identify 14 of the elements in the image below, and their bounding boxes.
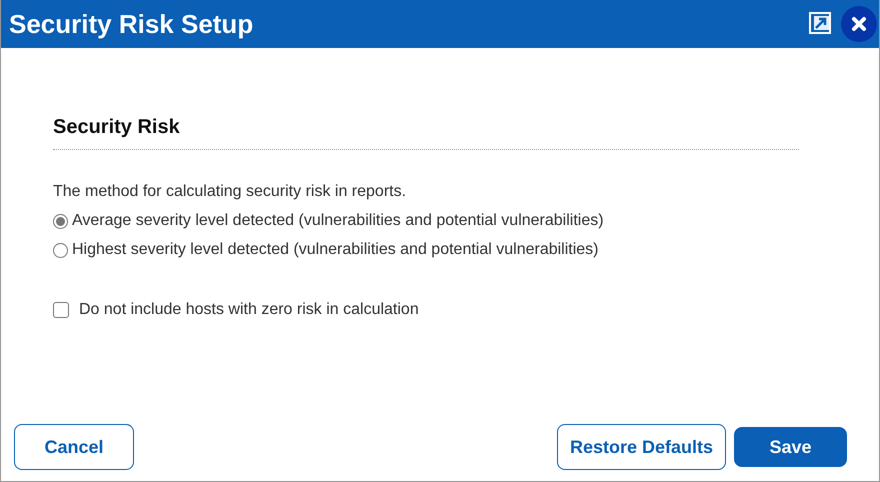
popout-icon[interactable] [809,12,833,36]
window-title: Security Risk Setup [9,8,254,40]
dialog-button[interactable]: Restore Defaults [556,424,726,470]
radio-button[interactable] [53,214,68,228]
checkbox[interactable] [53,302,69,318]
section-title: Security Risk [53,116,799,150]
option-label: Highest severity level detected (vulnerabilities and potential vulnerabilities) [72,241,598,259]
checkbox-label: Do not include hosts with zero risk in calculation [79,301,419,319]
radio-button[interactable] [53,242,68,258]
dialog-button[interactable]: Save [734,427,847,467]
dialog-button[interactable]: Cancel [14,424,134,470]
close-button[interactable] [841,6,877,42]
description-text: The method for calculating security risk in reports. [53,183,408,201]
option-label: Average severity level detected (vulnerabilities and potential vulnerabilities) [72,212,604,230]
